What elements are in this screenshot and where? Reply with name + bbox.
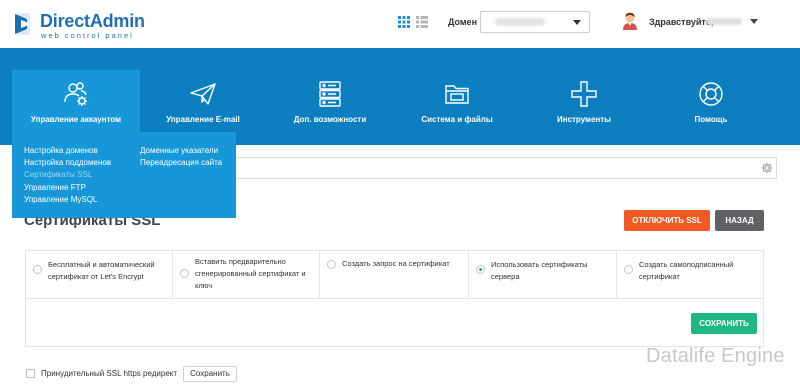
- plus-icon: [571, 81, 597, 107]
- watermark: Datalife Engine: [646, 345, 785, 367]
- user-menu-chevron-icon[interactable]: [750, 19, 758, 24]
- username-redacted: [706, 18, 742, 25]
- submenu-ftp-management[interactable]: Управление FTP: [24, 183, 86, 192]
- gear-icon[interactable]: [761, 162, 773, 174]
- force-https-label: Принудительный SSL https редирект: [41, 369, 178, 378]
- option-letsencrypt[interactable]: Бесплатный и автоматический сертификат о…: [26, 251, 173, 298]
- nav-account-management[interactable]: Управление аккаунтом: [12, 70, 140, 132]
- radio-button[interactable]: [33, 265, 42, 274]
- user-avatar-icon[interactable]: [622, 12, 638, 30]
- nav-label: Управление аккаунтом: [30, 115, 122, 124]
- nav-label: Система и файлы: [421, 115, 493, 124]
- submenu-ssl-certificates[interactable]: Сертификаты SSL: [24, 170, 92, 179]
- nav-label: Инструменты: [556, 115, 612, 124]
- nav-label: Доп. возможности: [293, 115, 367, 124]
- save-button[interactable]: СОХРАНИТЬ: [691, 313, 757, 334]
- option-label: Вставить предварительно сгенерированный …: [195, 257, 306, 290]
- top-bar: DirectAdmin web control panel Домен Здра…: [0, 0, 800, 48]
- brand-tagline: web control panel: [41, 31, 134, 40]
- option-label: Использовать сертификаты сервера: [491, 260, 588, 281]
- domain-select[interactable]: [480, 11, 590, 33]
- folder-icon: [445, 85, 469, 104]
- account-users-gear-icon: [64, 82, 87, 106]
- option-paste-certificate[interactable]: Вставить предварительно сгенерированный …: [173, 251, 320, 298]
- lifebuoy-icon: [699, 82, 723, 106]
- submenu-domain-pointers[interactable]: Доменные указатели: [140, 146, 218, 155]
- option-server-certificates[interactable]: Использовать сертификаты сервера: [469, 251, 617, 298]
- paper-plane-icon: [190, 83, 216, 105]
- submenu-site-redirect[interactable]: Переадресация сайта: [140, 158, 222, 167]
- radio-button[interactable]: [624, 265, 633, 274]
- domain-value-redacted: [495, 18, 545, 26]
- option-label: Создать самоподписанный сертификат: [639, 260, 734, 281]
- nav-system-files[interactable]: Система и файлы: [393, 70, 521, 132]
- domain-label: Домен: [448, 17, 477, 27]
- greeting-text: Здравствуйте,: [649, 17, 714, 27]
- option-label: Создать запрос на сертификат: [342, 259, 450, 268]
- nav-label: Помощь: [694, 115, 728, 124]
- option-label: Бесплатный и автоматический сертификат о…: [48, 260, 155, 281]
- submenu-domain-setup[interactable]: Настройка доменов: [24, 146, 98, 155]
- chevron-down-icon: [573, 20, 581, 25]
- back-button[interactable]: НАЗАД: [715, 210, 764, 231]
- grid-view-icon[interactable]: [398, 16, 410, 28]
- disable-ssl-button[interactable]: ОТКЛЮЧИТЬ SSL: [624, 210, 710, 231]
- logo-mark-icon: [15, 13, 31, 35]
- ssl-options-group: Бесплатный и автоматический сертификат о…: [25, 250, 764, 299]
- server-stack-icon: [319, 81, 341, 107]
- account-management-submenu: Настройка доменов Настройка поддоменов С…: [12, 132, 236, 218]
- radio-button[interactable]: [180, 269, 189, 278]
- force-https-checkbox[interactable]: [26, 369, 35, 378]
- radio-button[interactable]: [327, 260, 336, 269]
- nav-extra-features[interactable]: Доп. возможности: [266, 70, 394, 132]
- nav-help[interactable]: Помощь: [647, 70, 775, 132]
- submenu-subdomain-setup[interactable]: Настройка поддоменов: [24, 158, 111, 167]
- directadmin-logo[interactable]: DirectAdmin web control panel: [10, 9, 145, 40]
- save-panel: [25, 299, 764, 347]
- option-certificate-request[interactable]: Создать запрос на сертификат: [320, 251, 469, 298]
- nav-label: Управление E-mail: [166, 115, 240, 124]
- brand-name: DirectAdmin: [40, 11, 145, 31]
- search-input[interactable]: [236, 157, 777, 179]
- list-view-icon[interactable]: [416, 16, 428, 28]
- radio-button-selected[interactable]: [476, 265, 485, 274]
- option-self-signed[interactable]: Создать самоподписанный сертификат: [617, 251, 763, 298]
- nav-tools[interactable]: Инструменты: [520, 70, 648, 132]
- submenu-mysql-management[interactable]: Управление MySQL: [24, 195, 97, 204]
- nav-email-management[interactable]: Управление E-mail: [139, 70, 267, 132]
- save-https-button[interactable]: Сохранить: [183, 366, 237, 382]
